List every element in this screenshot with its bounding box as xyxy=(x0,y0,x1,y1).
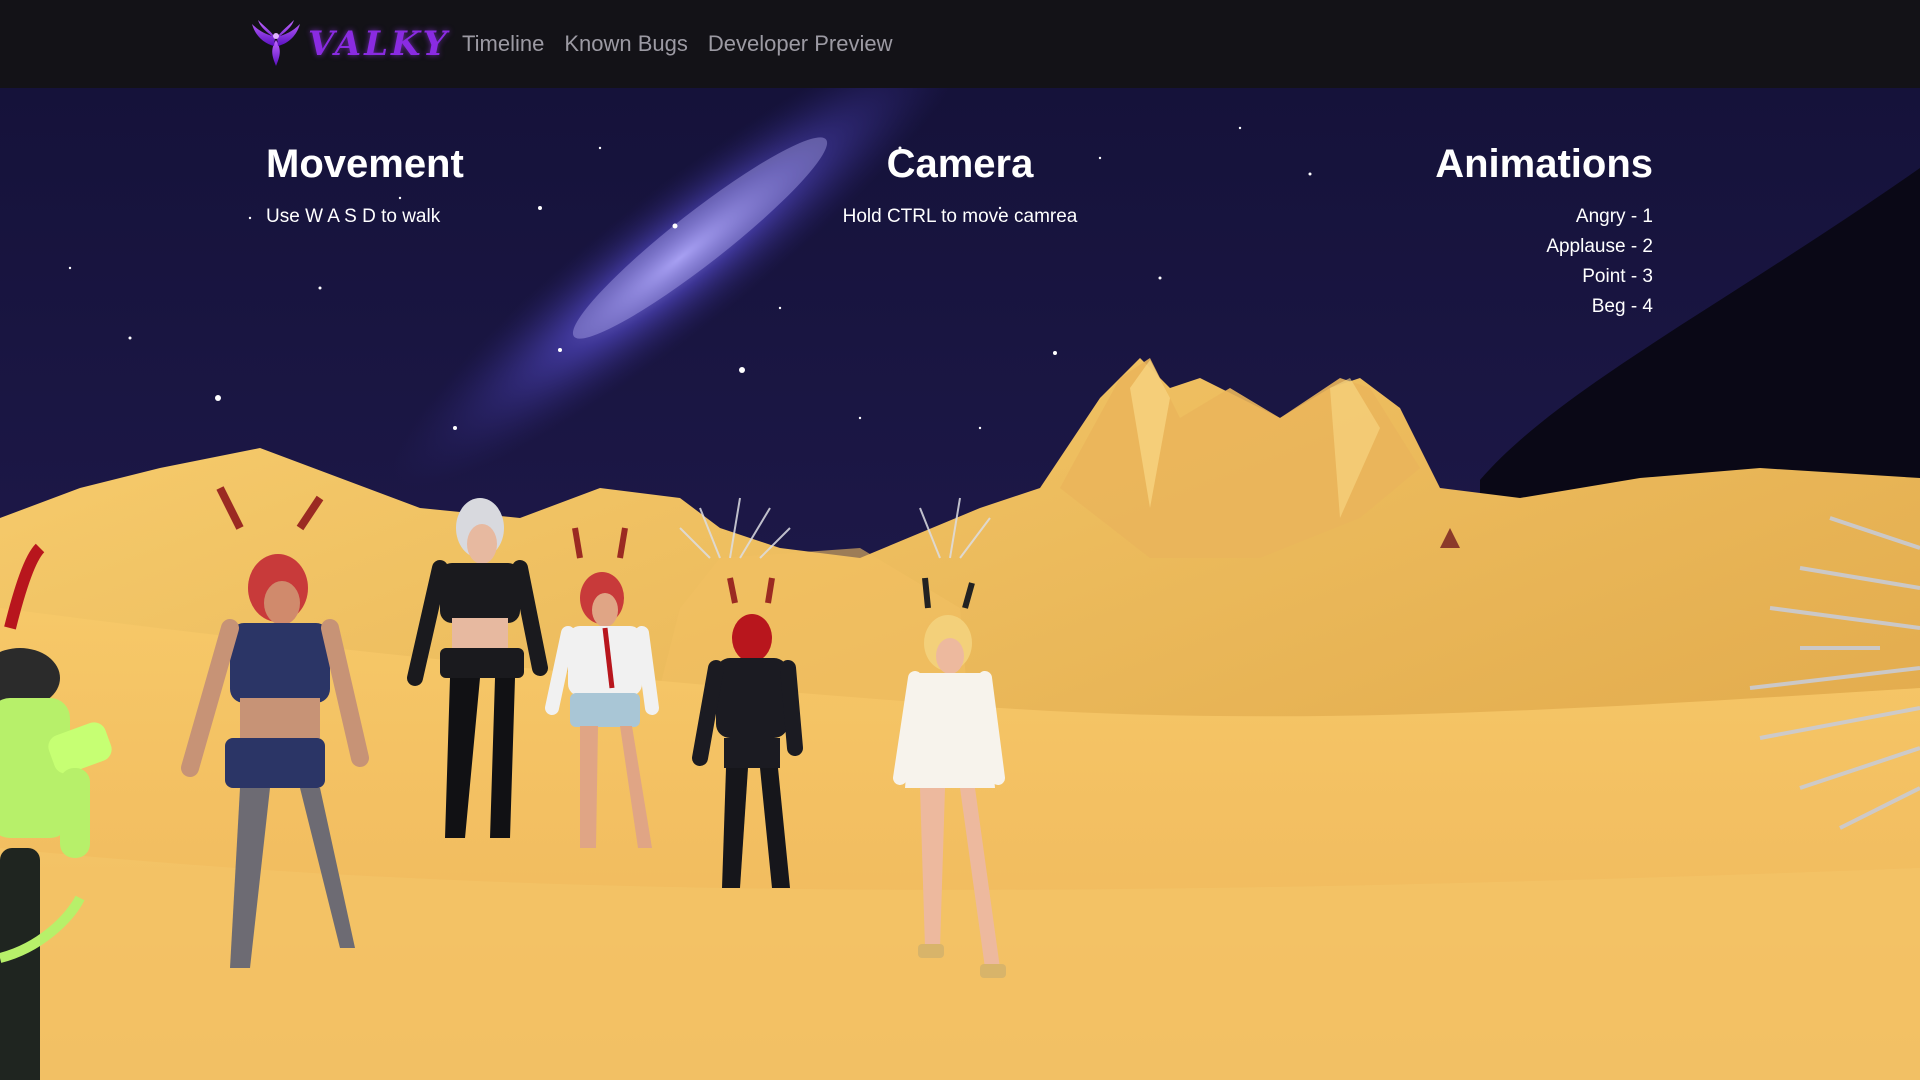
game-viewport[interactable]: Movement Use W A S D to walk Camera Hold… xyxy=(0,88,1920,1080)
animations-title: Animations xyxy=(1435,142,1653,186)
game-page: VALKY Timeline Known Bugs Developer Prev… xyxy=(0,0,1920,1080)
phoenix-logo-icon xyxy=(252,20,300,66)
brand-name: VALKY xyxy=(308,24,450,64)
camera-title: Camera xyxy=(886,142,1034,186)
animation-angry: Angry - 1 xyxy=(1575,206,1653,227)
animation-beg: Beg - 4 xyxy=(1591,296,1653,317)
camera-line: Hold CTRL to move camrea xyxy=(842,206,1078,227)
nav-link-known-bugs[interactable]: Known Bugs xyxy=(564,31,688,57)
brand-logo[interactable]: VALKY xyxy=(248,14,450,74)
animation-applause: Applause - 2 xyxy=(1546,236,1653,257)
movement-help: Movement Use W A S D to walk xyxy=(266,140,464,232)
movement-title: Movement xyxy=(266,142,464,186)
top-navbar: VALKY Timeline Known Bugs Developer Prev… xyxy=(0,0,1920,88)
nav-link-timeline[interactable]: Timeline xyxy=(462,31,544,57)
nav-links: Timeline Known Bugs Developer Preview xyxy=(462,0,893,88)
nav-link-developer-preview[interactable]: Developer Preview xyxy=(708,31,893,57)
movement-line: Use W A S D to walk xyxy=(266,206,441,227)
camera-help: Camera Hold CTRL to move camrea xyxy=(840,140,1080,232)
animations-help: Animations Angry - 1 Applause - 2 Point … xyxy=(1435,140,1653,322)
animation-point: Point - 3 xyxy=(1582,266,1653,287)
